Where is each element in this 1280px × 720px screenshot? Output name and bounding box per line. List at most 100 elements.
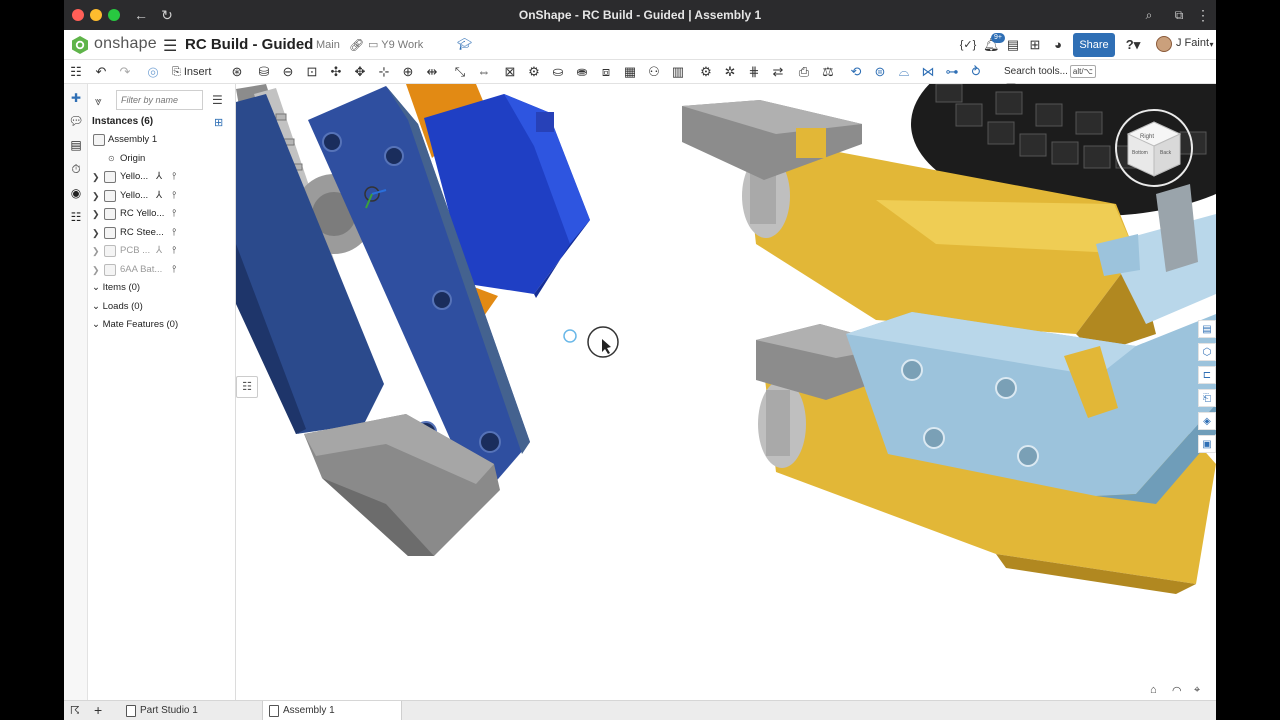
group-chevron-down-icon[interactable]: ⌄ <box>92 301 103 312</box>
tree-instance-row[interactable]: ❯ 6AA Bat... ⫯ <box>88 261 236 279</box>
measure-icon[interactable]: ⎙ <box>795 63 813 81</box>
comments-icon[interactable]: 💬︎ <box>68 113 84 129</box>
learning-cap-icon[interactable]: 🎓︎ <box>457 37 472 51</box>
tree-group-mate-features[interactable]: ⌄ Mate Features (0) <box>92 316 232 334</box>
pin-slot-mate-icon[interactable]: ⊹ <box>375 63 393 81</box>
user-menu-chevron-down-icon[interactable]: ▾ <box>1207 35 1216 55</box>
linear-relation-icon[interactable]: ⇄ <box>769 63 787 81</box>
cad-model-view[interactable]: Right Back Bottom <box>236 84 1216 700</box>
add-folder-icon[interactable]: ⊞ <box>214 116 223 129</box>
appearance-icon[interactable]: ◈ <box>1198 412 1216 430</box>
mate-connector-icon[interactable]: ⊠ <box>501 63 519 81</box>
bill-of-materials-icon[interactable]: ▤ <box>68 137 84 153</box>
named-positions-icon[interactable]: ▥ <box>669 63 687 81</box>
tree-instance-row[interactable]: ❯ Yello... ⅄ ⫯ <box>88 168 236 186</box>
user-name[interactable]: J Faint <box>1176 37 1209 49</box>
redo-icon[interactable]: ↷ <box>116 63 134 81</box>
motion-study-icon[interactable]: ⟲ <box>847 63 865 81</box>
tree-group-items[interactable]: ⌄ Items (0) <box>92 279 232 297</box>
parallel-mate-icon[interactable]: ⇹ <box>423 63 441 81</box>
properties-list-icon[interactable]: ☷ <box>68 209 84 225</box>
named-views-icon[interactable]: ▤ <box>1198 320 1216 338</box>
release-list-icon[interactable]: ▤ <box>1004 35 1022 55</box>
expand-chevron-right-icon[interactable]: ❯ <box>92 168 100 186</box>
help-icon[interactable]: ?▾ <box>1121 35 1145 55</box>
tab-manager-icon[interactable]: ☈ <box>70 704 80 717</box>
expand-chevron-right-icon[interactable]: ❯ <box>92 261 100 279</box>
share-button[interactable]: Share <box>1073 33 1115 57</box>
planar-mate-icon[interactable]: ✣ <box>327 63 345 81</box>
screw-relation-icon[interactable]: ⋕ <box>745 63 763 81</box>
mass-properties-icon[interactable]: ⚖ <box>819 63 837 81</box>
tree-instance-row[interactable]: ❯ Yello... ⅄ ⫯ <box>88 187 236 205</box>
list-view-icon[interactable]: ☰ <box>212 93 223 107</box>
hamburger-menu-icon[interactable]: ☰ <box>163 36 177 56</box>
graphics-viewport[interactable]: Right Back Bottom <box>236 84 1216 700</box>
tree-instance-row[interactable]: ❯ RC Stee... ⫯ <box>88 224 236 242</box>
folder-breadcrumb[interactable]: ▭ Y9 Work <box>368 38 423 51</box>
group-chevron-down-icon[interactable]: ⌄ <box>92 319 103 330</box>
revolute-auto-icon[interactable]: ⌓ <box>895 63 913 81</box>
circular-pattern-icon[interactable]: ⧈ <box>597 63 615 81</box>
add-tab-plus-icon[interactable]: + <box>94 702 102 718</box>
gear-relation-icon[interactable]: ⚙ <box>697 63 715 81</box>
inspect-icon[interactable]: ◉ <box>68 185 84 201</box>
fasten-auto-icon[interactable]: ⊜ <box>871 63 889 81</box>
rack-pinion-icon[interactable]: ✲ <box>721 63 739 81</box>
group-icon[interactable]: ⚙ <box>525 63 543 81</box>
view-cube-back-label[interactable]: Back <box>1160 150 1172 156</box>
cylindrical-mate-icon[interactable]: ✥ <box>351 63 369 81</box>
tree-instance-row[interactable]: ❯ PCB ... ⅄ ⫯ <box>88 242 236 260</box>
group-chevron-down-icon[interactable]: ⌄ <box>92 282 103 293</box>
more-menu-icon[interactable]: ⋮ <box>1194 6 1212 24</box>
pan-icon[interactable]: ⌖ <box>1194 684 1200 697</box>
orbit-icon[interactable]: ◠ <box>1172 684 1182 697</box>
display-states-icon[interactable]: ⬡ <box>1198 343 1216 361</box>
tree-group-loads[interactable]: ⌄ Loads (0) <box>92 298 232 316</box>
expand-chevron-right-icon[interactable]: ❯ <box>92 224 100 242</box>
tangent-mate-icon[interactable]: ⤡ <box>451 63 469 81</box>
ball-mate-icon[interactable]: ⊕ <box>399 63 417 81</box>
undo-icon[interactable]: ↶ <box>92 63 110 81</box>
tab-part-studio-1[interactable]: Part Studio 1 <box>120 701 260 720</box>
width-mate-icon[interactable]: ⇔ <box>475 63 493 81</box>
learning-center-icon[interactable]: ◕ <box>1049 35 1067 55</box>
app-store-icon[interactable]: ⊞ <box>1026 35 1044 55</box>
branch-label[interactable]: Main <box>316 39 340 51</box>
search-icon[interactable]: ⌕ <box>1140 6 1158 24</box>
tab-assembly-1[interactable]: Assembly 1 <box>262 701 402 720</box>
document-title[interactable]: RC Build - Guided <box>185 36 313 53</box>
limits-icon[interactable]: ⋈ <box>919 63 937 81</box>
variables-icon[interactable]: {✓} <box>959 35 977 55</box>
slider-mate-icon[interactable]: ⊡ <box>303 63 321 81</box>
sketch-planes-icon[interactable]: ⎗ <box>1198 389 1216 407</box>
history-timer-icon[interactable]: ⏱ <box>68 161 84 177</box>
replicate-icon[interactable]: ⊛ <box>228 63 246 81</box>
mate-icon[interactable]: ✚ <box>68 90 84 106</box>
configurations-icon[interactable]: ◎ <box>144 63 162 81</box>
floating-list-toggle-icon[interactable]: ☷ <box>236 376 258 398</box>
fastened-mate-icon[interactable]: ⛁ <box>255 63 273 81</box>
exploded-view-icon[interactable]: ⚇ <box>645 63 663 81</box>
view-cube-bottom-label[interactable]: Bottom <box>1132 150 1148 156</box>
link-icon[interactable]: 🔗︎ <box>349 38 364 52</box>
zoom-to-fit-icon[interactable]: ⌂ <box>1150 684 1157 696</box>
filter-by-name-input[interactable] <box>116 90 203 110</box>
render-mode-icon[interactable]: ▣ <box>1198 435 1216 453</box>
view-cube-right-label[interactable]: Right <box>1140 134 1154 140</box>
relation-icon[interactable]: ⛀ <box>549 63 567 81</box>
filter-icon[interactable]: ⩔ <box>95 94 102 109</box>
expand-chevron-right-icon[interactable]: ❯ <box>92 205 100 223</box>
search-tools-field[interactable]: Search tools...alt/⌥c <box>1000 63 1106 96</box>
expand-chevron-right-icon[interactable]: ❯ <box>92 187 100 205</box>
section-planes-icon[interactable]: ⊏ <box>1198 366 1216 384</box>
tree-instance-row[interactable]: ❯ RC Yello... ⫯ <box>88 205 236 223</box>
extension-icon[interactable]: ⧉ <box>1170 6 1188 24</box>
section-view-icon[interactable]: ▦ <box>621 63 639 81</box>
feature-list-icon[interactable]: ☷ <box>67 63 85 81</box>
offset-icon[interactable]: ⊶ <box>943 63 961 81</box>
avatar[interactable] <box>1156 36 1172 52</box>
expand-chevron-right-icon[interactable]: ❯ <box>92 242 100 260</box>
revolute-mate-icon[interactable]: ⊖ <box>279 63 297 81</box>
tree-root-assembly[interactable]: Assembly 1 <box>88 131 236 149</box>
